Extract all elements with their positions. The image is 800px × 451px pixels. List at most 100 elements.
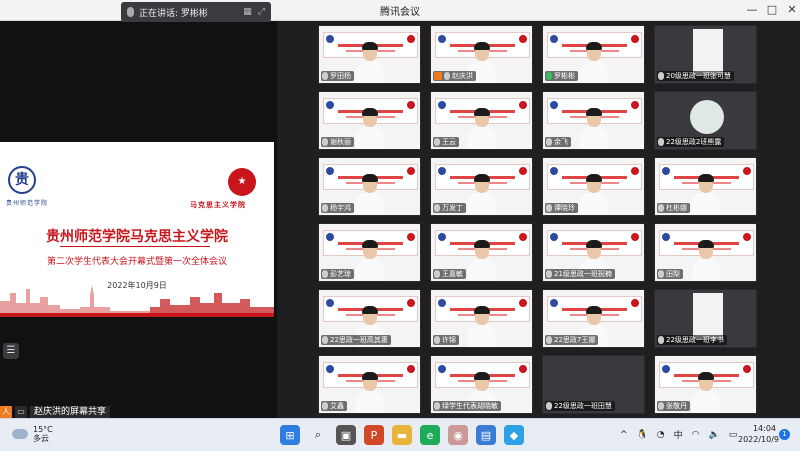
participant-tile[interactable]: 22级思政一班李书 <box>654 289 757 348</box>
wifi-icon[interactable]: ◠ <box>692 430 700 440</box>
windows-taskbar: 15°C 多云 ⊞ ⌕ ▣ P ▬ e ◉ ▤ ◆ ^ 🐧 ◔ 中 ◠ 🔈 ▭ … <box>0 418 800 451</box>
weather-temp: 15°C <box>33 425 53 434</box>
participant-video <box>467 240 496 281</box>
school-logo-text: 贵州师范学院 <box>6 200 49 207</box>
skyline-illustration <box>0 285 274 317</box>
volume-icon[interactable]: 🔈 <box>709 430 720 440</box>
participant-name: 谭晓玲 <box>554 204 575 212</box>
participant-tile[interactable]: 王嘉敏 <box>430 223 533 282</box>
participant-video <box>693 29 723 75</box>
edge-icon[interactable]: e <box>420 425 440 445</box>
participant-name-tag: 罗田杨 <box>321 71 354 81</box>
tencent-meeting-icon[interactable]: ◆ <box>504 425 524 445</box>
toolbar-toggle-icon[interactable]: ☰ <box>3 343 19 359</box>
participant-grid: 罗田杨 赵庆洪 罗彬彬 20级思政一班张可慧谢秋丽 王云 余飞 22级思政2班熊露杨宇鸿 万发… <box>318 25 763 417</box>
mic-icon <box>322 402 328 410</box>
start-icon[interactable]: ⊞ <box>280 425 300 445</box>
participant-tile[interactable]: 许锦 <box>430 289 533 348</box>
participant-tile[interactable]: 22级思政一班田慧 <box>542 355 645 414</box>
participant-name-tag: 22思政7王娜 <box>545 335 599 345</box>
participant-video <box>579 108 608 149</box>
search-icon[interactable]: ⌕ <box>308 425 328 445</box>
avatar-icon <box>434 72 442 80</box>
participant-video <box>355 372 384 413</box>
participant-tile[interactable]: 罗彬彬 <box>542 25 645 84</box>
grid-view-icon[interactable]: ▦ <box>243 7 252 17</box>
participant-tile[interactable]: 22思政7王娜 <box>542 289 645 348</box>
participant-tile[interactable]: 杜彬娜 <box>654 157 757 216</box>
participant-name-tag: 谢秋丽 <box>321 137 354 147</box>
participant-name: 谢秋丽 <box>330 138 351 146</box>
participant-tile[interactable]: 谢秋丽 <box>318 91 421 150</box>
participant-tile[interactable]: 20级思政一班张可慧 <box>654 25 757 84</box>
participant-name-tag: 王嘉敏 <box>433 269 466 279</box>
maximize-button[interactable]: □ <box>764 2 780 18</box>
participant-video <box>691 372 720 413</box>
school-logo-icon: 贵 <box>8 166 36 194</box>
participant-tile[interactable]: 22级思政2班熊露 <box>654 91 757 150</box>
participant-name: 22级思政一班田慧 <box>554 402 612 410</box>
expand-icon[interactable]: ⤢ <box>258 7 265 17</box>
participant-tile[interactable]: 绿学生代表胡晓敏 <box>430 355 533 414</box>
mic-icon <box>658 138 664 146</box>
participant-tile[interactable]: 王云 <box>430 91 533 150</box>
participant-tile[interactable]: 田梨 <box>654 223 757 282</box>
participant-name-tag: 绿学生代表胡晓敏 <box>433 401 501 411</box>
participant-tile[interactable]: 谭晓玲 <box>542 157 645 216</box>
participant-name-tag: 22级思政一班田慧 <box>545 401 615 411</box>
participant-avatar <box>690 100 724 134</box>
store-icon[interactable]: ▤ <box>476 425 496 445</box>
tray-expand-icon[interactable]: ^ <box>620 430 628 440</box>
slide-divider <box>60 246 210 247</box>
participant-tile[interactable]: 余飞 <box>542 91 645 150</box>
participant-name: 杜彬娜 <box>666 204 687 212</box>
window-title: 腾讯会议 <box>380 7 420 18</box>
participant-name: 22级思政2班熊露 <box>666 138 722 146</box>
participant-tile[interactable]: 罗田杨 <box>318 25 421 84</box>
participant-tile[interactable]: 万发丁 <box>430 157 533 216</box>
file-explorer-icon[interactable]: ▬ <box>392 425 412 445</box>
participant-name: 余飞 <box>554 138 568 146</box>
ime-indicator[interactable]: 中 <box>674 428 683 441</box>
participant-video <box>579 174 608 215</box>
powerpoint-icon[interactable]: P <box>364 425 384 445</box>
mic-icon <box>658 204 664 212</box>
mic-icon <box>322 204 328 212</box>
mic-icon <box>322 138 328 146</box>
screen-share-area[interactable]: 贵 贵州师范学院 ★ 马克思主义学院 贵州师范学院马克思主义学院 第二次学生代表… <box>0 21 277 418</box>
mic-icon <box>434 204 440 212</box>
mic-icon <box>546 402 552 410</box>
participant-tile[interactable]: 彭艺琼 <box>318 223 421 282</box>
participant-video <box>355 240 384 281</box>
participant-video <box>691 174 720 215</box>
photo-app-icon[interactable]: ◉ <box>448 425 468 445</box>
participant-video <box>467 108 496 149</box>
qq-icon[interactable]: 🐧 <box>637 430 648 440</box>
notification-badge[interactable]: 1 <box>779 429 790 440</box>
participant-tile[interactable]: 21级思政一班祝楠 <box>542 223 645 282</box>
participant-name: 21级思政一班祝楠 <box>554 270 612 278</box>
participant-tile[interactable]: 22思政一班高其惠 <box>318 289 421 348</box>
mic-icon <box>434 138 440 146</box>
mic-icon <box>546 138 552 146</box>
participant-name-tag: 赵庆洪 <box>433 71 476 81</box>
speaker-icon[interactable]: ◔ <box>657 430 665 440</box>
participant-tile[interactable]: 张敬丹 <box>654 355 757 414</box>
task-view-icon[interactable]: ▣ <box>336 425 356 445</box>
participant-name-tag: 罗彬彬 <box>545 71 578 81</box>
participant-tile[interactable]: 赵庆洪 <box>430 25 533 84</box>
participant-name: 王嘉敏 <box>442 270 463 278</box>
weather-widget[interactable]: 15°C 多云 <box>12 425 53 443</box>
system-clock[interactable]: 14:04 2022/10/9 <box>738 423 779 445</box>
participant-tile[interactable]: 艾鑫 <box>318 355 421 414</box>
mic-icon <box>322 72 328 80</box>
close-button[interactable]: ✕ <box>784 2 800 18</box>
battery-icon[interactable]: ▭ <box>729 430 738 440</box>
participant-name: 万发丁 <box>442 204 463 212</box>
participant-name: 赵庆洪 <box>452 72 473 80</box>
participant-name-tag: 22级思政2班熊露 <box>657 137 725 147</box>
share-owner-label: 赵庆洪的屏幕共享 <box>30 405 111 418</box>
minimize-button[interactable]: — <box>744 2 760 18</box>
participant-video <box>355 108 384 149</box>
participant-tile[interactable]: 杨宇鸿 <box>318 157 421 216</box>
